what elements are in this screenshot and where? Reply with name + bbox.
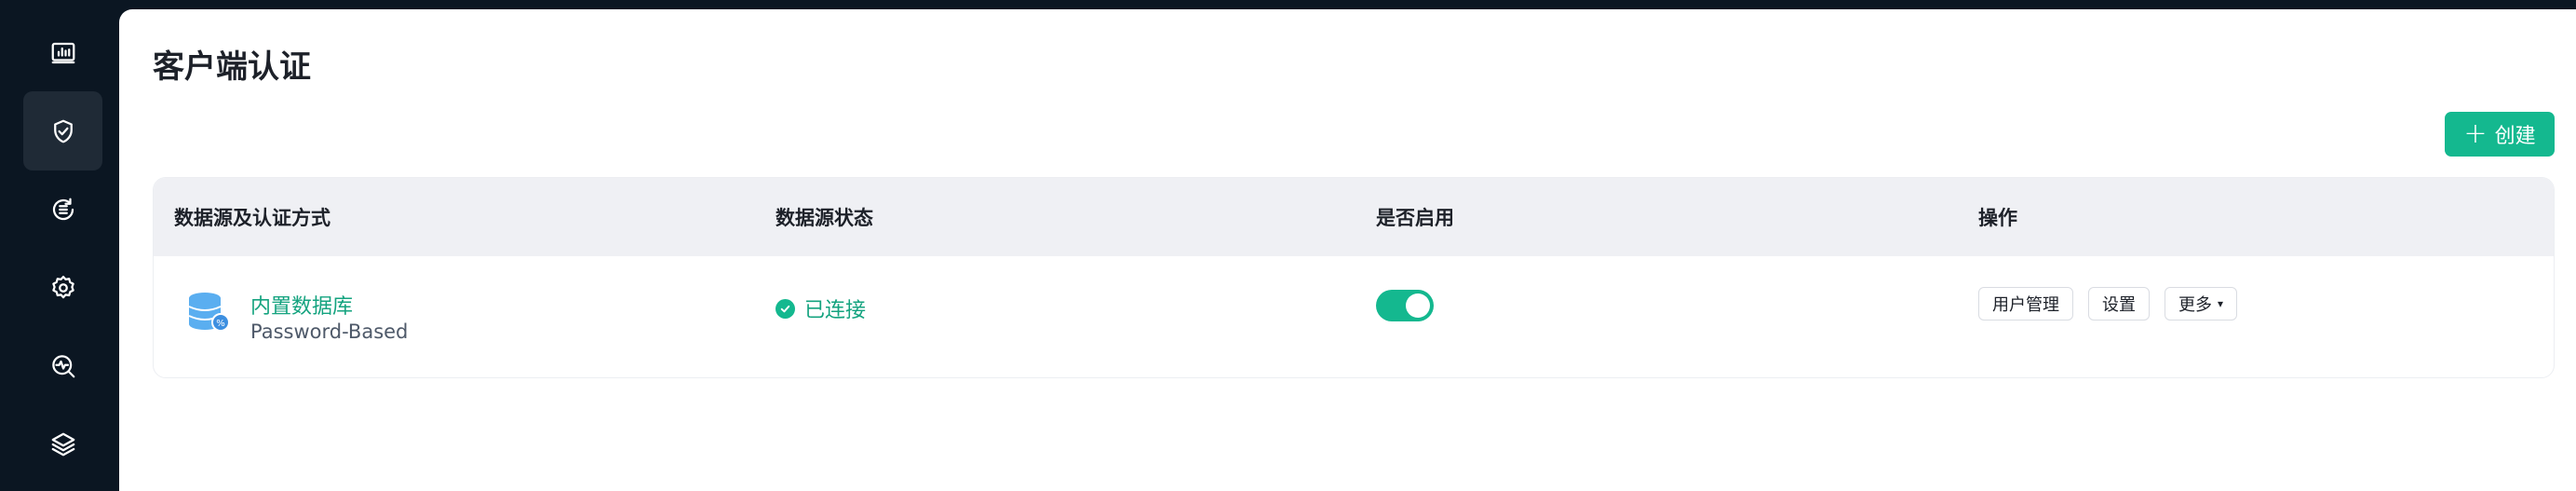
- diagnose-icon: [51, 354, 74, 377]
- user-management-button[interactable]: 用户管理: [1978, 287, 2073, 321]
- table-row: % 内置数据库 Password-Based 已连接 用户管理 设置 更多 ▾: [154, 256, 2554, 377]
- gear-icon: [51, 275, 74, 298]
- database-icon: %: [188, 293, 230, 332]
- svg-text:%: %: [216, 319, 225, 329]
- dashboard-icon: [51, 42, 74, 63]
- nav-layers[interactable]: [23, 404, 102, 484]
- nav-cycle[interactable]: [23, 170, 102, 249]
- enabled-toggle[interactable]: [1376, 290, 1434, 321]
- create-button[interactable]: + 创建: [2445, 112, 2555, 157]
- layers-icon: [51, 432, 74, 456]
- nav-settings[interactable]: [23, 248, 102, 327]
- more-dropdown-button[interactable]: 更多 ▾: [2165, 287, 2238, 321]
- nav-client-auth[interactable]: [23, 91, 102, 170]
- auth-table: 数据源及认证方式 数据源状态 是否启用 操作 % 内置数据库 Password-…: [153, 177, 2555, 378]
- list-cycle-icon: [52, 198, 74, 220]
- nav-diagnose[interactable]: [23, 326, 102, 405]
- sidebar: [0, 0, 119, 491]
- column-header-source: 数据源及认证方式: [174, 207, 330, 229]
- toggle-knob: [1406, 293, 1430, 318]
- caret-down-icon: ▾: [2218, 297, 2224, 310]
- column-header-enabled: 是否启用: [1376, 207, 1454, 229]
- column-header-actions: 操作: [1978, 207, 2017, 229]
- table-header: 数据源及认证方式 数据源状态 是否启用 操作: [154, 178, 2554, 256]
- settings-button[interactable]: 设置: [2088, 287, 2150, 321]
- status-text: 已连接: [804, 299, 867, 322]
- create-button-label: 创建: [2494, 125, 2536, 148]
- page-title: 客户端认证: [153, 48, 311, 86]
- auth-type-label: Password-Based: [250, 321, 409, 343]
- nav-dashboard[interactable]: [23, 13, 102, 92]
- plus-icon: +: [2463, 117, 2488, 150]
- column-header-status: 数据源状态: [775, 207, 873, 229]
- row-actions: 用户管理 设置 更多 ▾: [1978, 287, 2238, 321]
- main-content: 客户端认证 + 创建 数据源及认证方式 数据源状态 是否启用 操作 % 内置数据…: [119, 9, 2576, 491]
- source-name-link[interactable]: 内置数据库: [250, 290, 353, 320]
- status-badge: 已连接: [775, 293, 866, 323]
- shield-check-icon: [53, 119, 73, 143]
- check-circle-icon: [775, 298, 795, 319]
